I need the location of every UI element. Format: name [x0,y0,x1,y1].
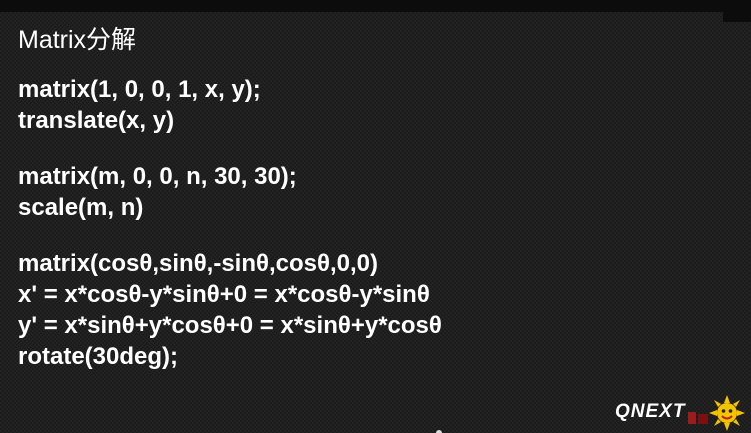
translate-group: matrix(1, 0, 0, 1, x, y); translate(x, y… [18,74,718,136]
code-line: translate(x, y) [18,107,175,134]
top-right-notch [723,0,751,22]
top-border-strip [0,0,751,12]
code-line: matrix(1, 0, 0, 1, x, y); [18,76,261,103]
code-line: y' = x*sinθ+y*cosθ+0 = x*sinθ+y*cosθ [18,312,442,339]
brand-watermark: QNEXT [615,395,745,431]
brand-logo-text: QNEXT [615,401,686,422]
code-line: rotate(30deg); [18,343,179,370]
sun-mascot-icon [709,395,745,431]
scale-group: matrix(m, 0, 0, n, 30, 30); scale(m, n) [18,161,718,223]
code-line: x' = x*cosθ-y*sinθ+0 = x*cosθ-y*sinθ [18,281,430,308]
code-line: scale(m, n) [18,194,144,221]
slide-content: Matrix分解 matrix(1, 0, 0, 1, x, y); trans… [18,22,718,397]
slide-title: Matrix分解 [18,26,137,54]
code-line: matrix(m, 0, 0, n, 30, 30); [18,163,297,190]
rotate-group: matrix(cosθ,sinθ,-sinθ,cosθ,0,0) x' = x*… [18,248,718,372]
code-line: matrix(cosθ,sinθ,-sinθ,cosθ,0,0) [18,250,378,277]
